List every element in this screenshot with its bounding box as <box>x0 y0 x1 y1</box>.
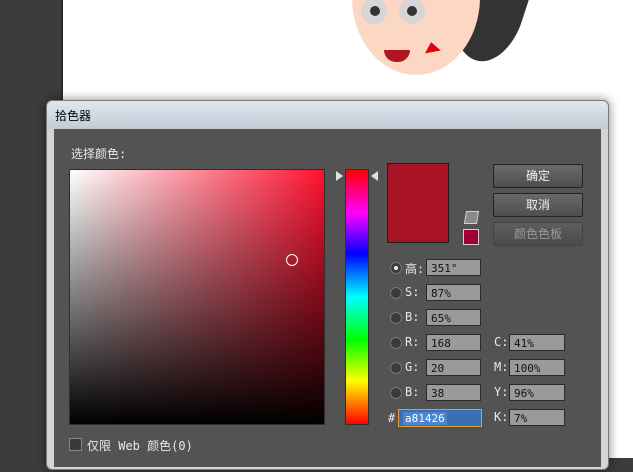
hue-slider[interactable] <box>345 169 369 425</box>
red-field[interactable]: 168 <box>426 334 481 351</box>
select-color-label: 选择颜色: <box>71 147 127 161</box>
new-color-preview <box>387 163 449 243</box>
cyan-field[interactable]: 41% <box>509 334 565 351</box>
blue-label: B: <box>405 385 420 399</box>
web-only-label: 仅限 Web 颜色(0) <box>87 439 193 453</box>
magenta-label: M: <box>494 360 509 374</box>
blue-field[interactable]: 38 <box>426 384 481 401</box>
hue-slider-right-arrow-icon[interactable] <box>371 171 378 181</box>
blue-radio[interactable] <box>390 387 402 399</box>
brightness-label: B: <box>405 310 420 324</box>
cyan-label: C: <box>494 335 509 349</box>
color-swatches-button[interactable]: 颜色色板 <box>493 222 583 246</box>
green-radio[interactable] <box>390 362 402 374</box>
saturation-radio[interactable] <box>390 287 402 299</box>
hue-radio[interactable] <box>390 262 402 274</box>
brightness-radio[interactable] <box>390 312 402 324</box>
cancel-button[interactable]: 取消 <box>493 193 583 217</box>
yellow-label: Y: <box>494 385 509 399</box>
saturation-brightness-field[interactable] <box>69 169 325 425</box>
magenta-field[interactable]: 100% <box>509 359 565 376</box>
artwork-pupil-right <box>407 6 417 16</box>
color-field-cursor[interactable] <box>286 254 298 266</box>
hex-value-selection: a81426 <box>403 412 447 425</box>
green-label: G: <box>405 360 420 374</box>
web-safe-color-swatch[interactable] <box>463 229 479 245</box>
web-only-checkbox[interactable] <box>69 438 82 451</box>
artwork-pupil-left <box>370 6 380 16</box>
dialog-titlebar[interactable]: 拾色器 <box>47 101 608 129</box>
hex-label: # <box>388 411 396 425</box>
dialog-body: 选择颜色: 确定 取消 颜色色板 高: 351° S: 87% B: 65% R… <box>54 129 601 467</box>
hex-field[interactable]: a81426 <box>398 409 482 427</box>
hue-label: 高: <box>405 262 425 276</box>
color-picker-dialog: 拾色器 选择颜色: 确定 取消 颜色色板 高: 351° S: 87% B: 6… <box>46 100 609 470</box>
ok-button[interactable]: 确定 <box>493 164 583 188</box>
red-label: R: <box>405 335 420 349</box>
yellow-field[interactable]: 96% <box>509 384 565 401</box>
black-field[interactable]: 7% <box>509 409 565 426</box>
hue-slider-left-arrow-icon[interactable] <box>336 171 343 181</box>
red-radio[interactable] <box>390 337 402 349</box>
web-safe-cube-icon[interactable] <box>463 211 480 224</box>
green-field[interactable]: 20 <box>426 359 481 376</box>
black-label: K: <box>494 410 509 424</box>
saturation-field[interactable]: 87% <box>426 284 481 301</box>
hue-field[interactable]: 351° <box>426 259 481 276</box>
dialog-title: 拾色器 <box>55 109 92 123</box>
saturation-label: S: <box>405 285 420 299</box>
brightness-field[interactable]: 65% <box>426 309 481 326</box>
